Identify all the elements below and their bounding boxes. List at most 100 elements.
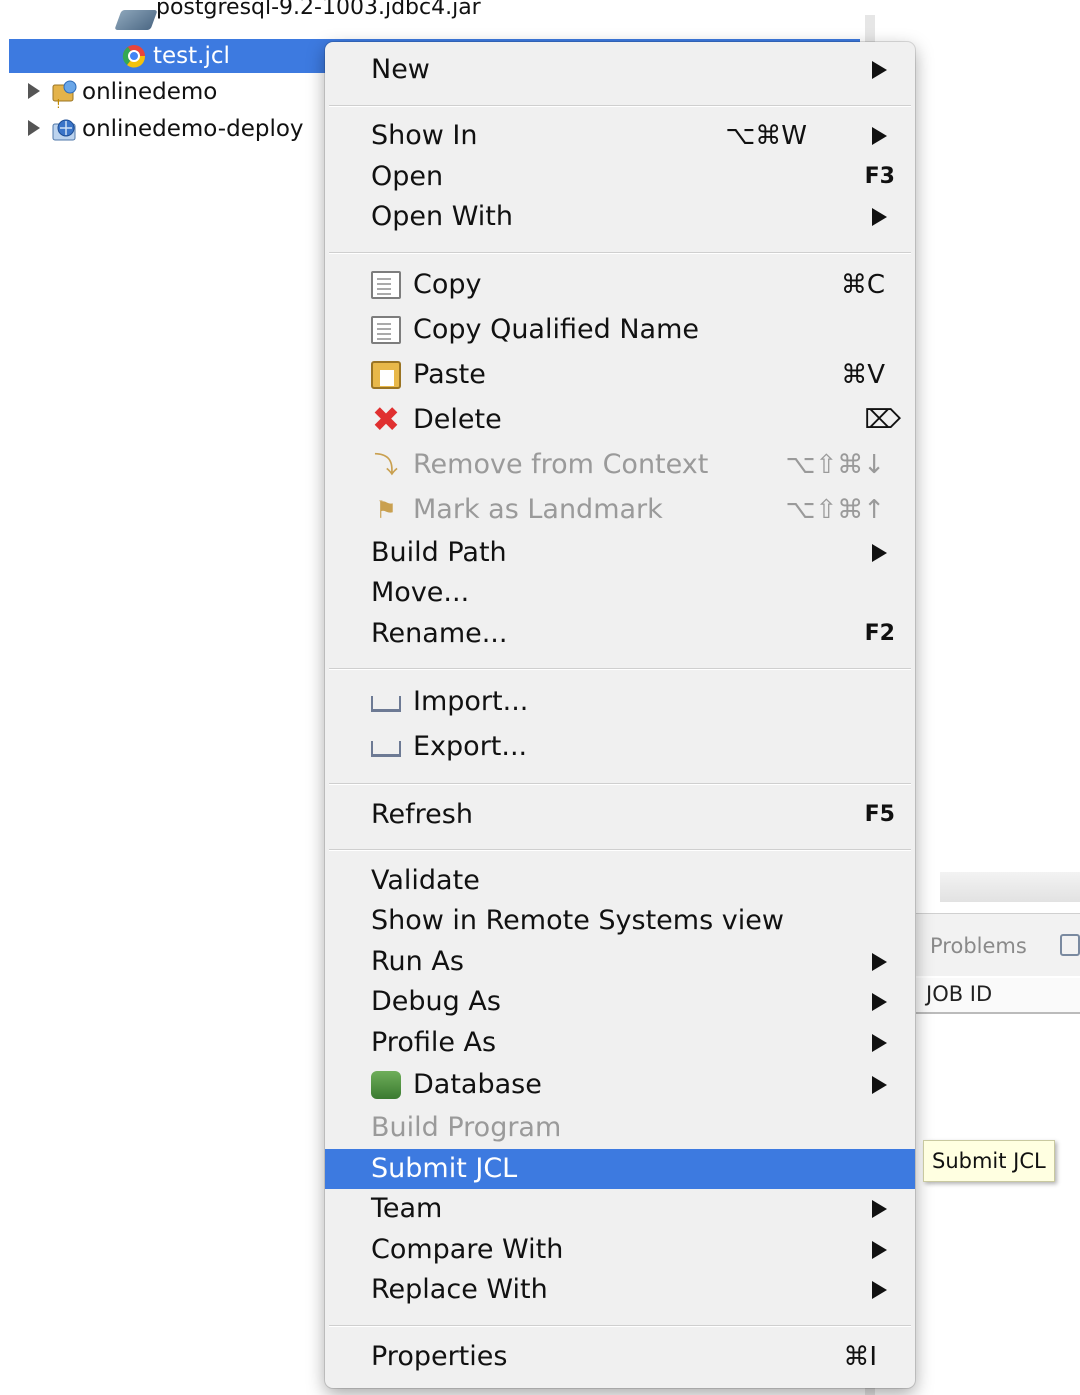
jar-icon: [114, 10, 158, 30]
context-menu: New Show In ⌥⌘W Open F3 Open With Copy ⌘…: [325, 42, 915, 1388]
menu-item-build-program[interactable]: Build Program: [325, 1108, 915, 1148]
menu-item-label: Show in Remote Systems view: [371, 905, 784, 936]
menu-item-database[interactable]: Database: [325, 1065, 915, 1105]
menu-item-team[interactable]: Team: [325, 1189, 915, 1229]
menu-item-run-as[interactable]: Run As: [325, 942, 915, 982]
console-icon[interactable]: [1060, 934, 1080, 956]
delete-icon: ✖: [371, 400, 401, 440]
submenu-arrow-icon: [872, 208, 887, 226]
view-divider: [865, 15, 875, 45]
submenu-arrow-icon: [872, 127, 887, 145]
shortcut-label: F2: [864, 621, 895, 646]
menu-item-label: Database: [413, 1069, 542, 1100]
menu-item-label: Export...: [413, 731, 528, 762]
menu-item-label: Move...: [371, 577, 470, 608]
tree-item-onlinedemo-deploy[interactable]: onlinedemo-deploy: [50, 112, 304, 146]
submenu-arrow-icon: [872, 1281, 887, 1299]
submenu-arrow-icon: [872, 993, 887, 1011]
menu-item-label: Profile As: [371, 1027, 497, 1058]
menu-item-label: Rename...: [371, 618, 508, 649]
menu-item-validate[interactable]: Validate: [325, 861, 915, 901]
menu-item-label: Team: [371, 1193, 443, 1224]
tree-item-onlinedemo[interactable]: ! onlinedemo: [50, 75, 218, 111]
shortcut-label: ⌘V: [841, 360, 885, 390]
menu-item-rename[interactable]: Rename... F2: [325, 614, 915, 654]
shortcut-label: ⌦: [864, 405, 901, 435]
menu-item-label: Show In: [371, 120, 478, 151]
menu-item-build-path[interactable]: Build Path: [325, 533, 915, 573]
menu-item-compare-with[interactable]: Compare With: [325, 1230, 915, 1270]
jcl-file-icon: [121, 43, 147, 69]
tree-item-label: test.jcl: [153, 43, 230, 69]
menu-item-remove-from-context[interactable]: ⤵ Remove from Context ⌥⇧⌘↓: [325, 445, 915, 485]
menu-item-label: Properties: [371, 1341, 508, 1372]
menu-item-debug-as[interactable]: Debug As: [325, 982, 915, 1022]
menu-item-label: New: [371, 54, 430, 85]
menu-item-show-in-remote-systems[interactable]: Show in Remote Systems view: [325, 901, 915, 941]
menu-item-label: Mark as Landmark: [413, 494, 663, 525]
menu-item-copy[interactable]: Copy ⌘C: [325, 265, 915, 305]
tree-item-label: onlinedemo: [82, 79, 218, 105]
menu-item-refresh[interactable]: Refresh F5: [325, 795, 915, 835]
menu-item-label: Run As: [371, 946, 464, 977]
editor-tab-strip: [940, 872, 1080, 902]
menu-item-label: Compare With: [371, 1234, 564, 1265]
menu-item-export[interactable]: Export...: [325, 727, 915, 767]
shortcut-label: F3: [864, 164, 895, 189]
submenu-arrow-icon: [872, 544, 887, 562]
menu-item-label: Open: [371, 161, 444, 192]
database-icon: [371, 1071, 401, 1099]
menu-item-label: Build Path: [371, 537, 507, 568]
menu-item-mark-as-landmark[interactable]: ⚑ Mark as Landmark ⌥⇧⌘↑: [325, 490, 915, 530]
menu-item-label: Paste: [413, 359, 486, 390]
menu-item-new[interactable]: New: [325, 50, 915, 90]
menu-item-label: Remove from Context: [413, 449, 709, 480]
menu-item-label: Delete: [413, 404, 502, 435]
menu-item-move[interactable]: Move...: [325, 573, 915, 613]
copy-icon: [371, 271, 401, 299]
deploy-project-icon: [50, 116, 76, 142]
menu-item-replace-with[interactable]: Replace With: [325, 1270, 915, 1310]
menu-item-properties[interactable]: Properties ⌘I: [325, 1337, 915, 1377]
menu-item-label: Debug As: [371, 986, 501, 1017]
menu-item-profile-as[interactable]: Profile As: [325, 1023, 915, 1063]
expand-arrow-icon[interactable]: [28, 83, 40, 99]
menu-item-label: Open With: [371, 201, 514, 232]
menu-item-open[interactable]: Open F3: [325, 157, 915, 197]
menu-item-paste[interactable]: Paste ⌘V: [325, 355, 915, 395]
menu-item-show-in[interactable]: Show In ⌥⌘W: [325, 116, 915, 156]
expand-arrow-icon[interactable]: [28, 120, 40, 136]
menu-item-label: Replace With: [371, 1274, 548, 1305]
menu-item-label: Submit JCL: [371, 1153, 518, 1184]
menu-item-delete[interactable]: ✖ Delete ⌦: [325, 400, 915, 440]
menu-item-copy-qualified-name[interactable]: Copy Qualified Name: [325, 310, 915, 350]
tree-item-label: postgresql-9.2-1003.jdbc4.jar: [156, 0, 481, 20]
shortcut-label: ⌥⇧⌘↑: [785, 495, 885, 525]
paste-icon: [371, 361, 401, 389]
submenu-arrow-icon: [872, 1034, 887, 1052]
submenu-arrow-icon: [872, 953, 887, 971]
menu-item-import[interactable]: Import...: [325, 682, 915, 722]
menu-item-submit-jcl[interactable]: Submit JCL: [325, 1149, 915, 1189]
tab-problems[interactable]: Problems: [930, 934, 1027, 958]
menu-separator: [329, 668, 911, 670]
landmark-icon: ⚑: [375, 496, 397, 524]
menu-separator: [329, 105, 911, 107]
menu-item-label: Build Program: [371, 1112, 562, 1143]
table-header-job-id[interactable]: JOB ID: [916, 978, 1080, 1014]
menu-separator: [329, 783, 911, 785]
menu-item-label: Validate: [371, 865, 480, 896]
column-label: JOB ID: [926, 982, 993, 1006]
tree-item-postgresql-jar[interactable]: postgresql-9.2-1003.jdbc4.jar: [156, 0, 481, 36]
export-icon: [371, 741, 401, 757]
menu-item-open-with[interactable]: Open With: [325, 197, 915, 237]
shortcut-label: ⌘C: [840, 270, 885, 300]
shortcut-label: F5: [864, 802, 895, 827]
tooltip: Submit JCL: [923, 1140, 1055, 1182]
menu-item-label: Import...: [413, 686, 529, 717]
menu-item-label: Refresh: [371, 799, 473, 830]
menu-item-label: Copy Qualified Name: [413, 314, 699, 345]
submenu-arrow-icon: [872, 1200, 887, 1218]
import-icon: [371, 696, 401, 712]
submenu-arrow-icon: [872, 1076, 887, 1094]
